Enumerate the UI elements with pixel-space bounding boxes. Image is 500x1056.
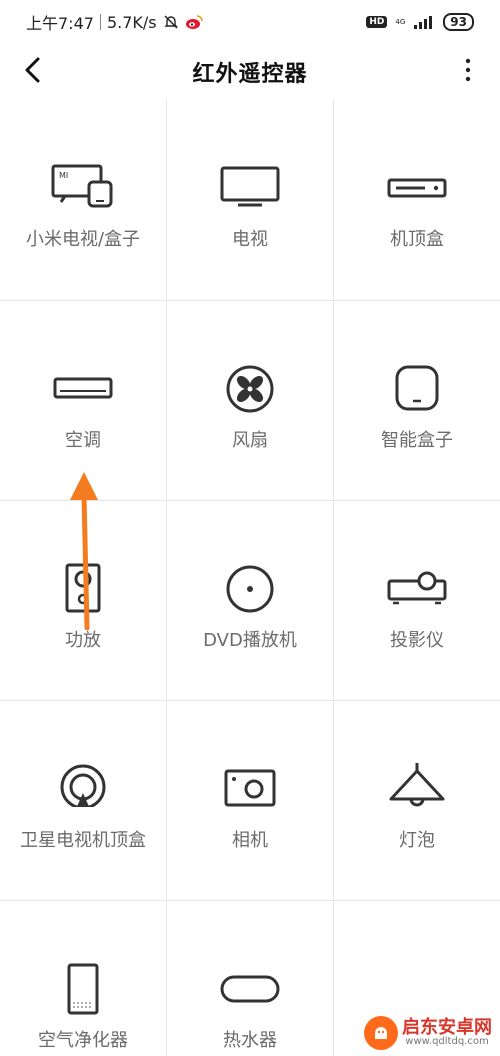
- status-right: HD 4G 93: [366, 13, 474, 31]
- watermark-url: www.qdltdq.com: [405, 1036, 489, 1047]
- device-item-dvd-player[interactable]: DVD播放机: [167, 501, 333, 700]
- status-bar: 上午7:47 5.7K/s HD 4G 93: [0, 0, 500, 44]
- network-type: 4G: [395, 17, 406, 26]
- lamp-icon: [389, 763, 445, 807]
- air-purifier-icon: [67, 963, 99, 1015]
- device-item-projector[interactable]: 投影仪: [334, 501, 500, 700]
- device-item-camera[interactable]: 相机: [167, 701, 333, 900]
- device-item-fan[interactable]: 风扇: [167, 301, 333, 500]
- air-conditioner-icon: [53, 377, 113, 399]
- device-label: 风扇: [232, 430, 268, 451]
- device-item-air-purifier[interactable]: 空气净化器: [0, 901, 166, 1056]
- mute-bell-icon: [163, 15, 178, 29]
- weibo-icon: [185, 15, 203, 29]
- device-label: 空气净化器: [38, 1030, 128, 1051]
- signal-icon: [414, 16, 433, 29]
- device-label: DVD播放机: [203, 630, 297, 651]
- device-item-water-heater[interactable]: 热水器: [167, 901, 333, 1056]
- device-item-satellite-tv[interactable]: 卫星电视机顶盒: [0, 701, 166, 900]
- status-separator: [99, 14, 101, 30]
- mi-tv-box-icon: MI: [51, 164, 113, 208]
- device-item-set-top-box[interactable]: 机顶盒: [334, 100, 500, 300]
- device-label: 空调: [65, 430, 101, 451]
- device-label: 投影仪: [390, 630, 444, 651]
- status-left: 上午7:47 5.7K/s: [26, 10, 203, 34]
- set-top-box-icon: [387, 178, 447, 198]
- battery-indicator: 93: [443, 13, 474, 31]
- projector-icon: [387, 571, 447, 605]
- fan-icon: [226, 365, 274, 413]
- device-label: 小米电视/盒子: [25, 229, 141, 250]
- device-label: 卫星电视机顶盒: [20, 830, 146, 851]
- smart-box-icon: [395, 365, 439, 411]
- annotation-arrow-icon: [70, 472, 98, 630]
- device-item-smart-box[interactable]: 智能盒子: [334, 301, 500, 500]
- app-header: 红外遥控器: [0, 44, 500, 100]
- more-options-icon[interactable]: [460, 56, 476, 84]
- device-label: 相机: [232, 830, 268, 851]
- device-label: 智能盒子: [381, 430, 453, 451]
- device-label: 机顶盒: [390, 229, 444, 250]
- network-indicator: 4G: [395, 17, 406, 26]
- satellite-tv-icon: [60, 764, 106, 813]
- device-label: 电视: [232, 229, 268, 250]
- device-item-tv[interactable]: 电视: [167, 100, 333, 300]
- hd-badge: HD: [366, 16, 388, 28]
- device-item-mi-tv-box[interactable]: MI 小米电视/盒子: [0, 100, 166, 300]
- watermark-name: 启东安卓网: [402, 1017, 492, 1038]
- watermark-text: 启东安卓网 www.qdltdq.com: [402, 1019, 492, 1047]
- dvd-player-icon: [226, 565, 274, 613]
- device-label: 热水器: [223, 1030, 277, 1051]
- tv-icon: [220, 166, 280, 207]
- watermark-logo-icon: [364, 1016, 398, 1050]
- status-time: 上午7:47: [26, 14, 94, 33]
- camera-icon: [224, 769, 276, 807]
- device-label: 灯泡: [399, 830, 435, 851]
- device-item-lamp[interactable]: 灯泡: [334, 701, 500, 900]
- water-heater-icon: [220, 975, 280, 1003]
- status-network-speed: 5.7K/s: [106, 12, 157, 32]
- page-title: 红外遥控器: [192, 62, 308, 87]
- watermark: 启东安卓网 www.qdltdq.com: [364, 1016, 492, 1050]
- svg-text:MI: MI: [59, 171, 68, 180]
